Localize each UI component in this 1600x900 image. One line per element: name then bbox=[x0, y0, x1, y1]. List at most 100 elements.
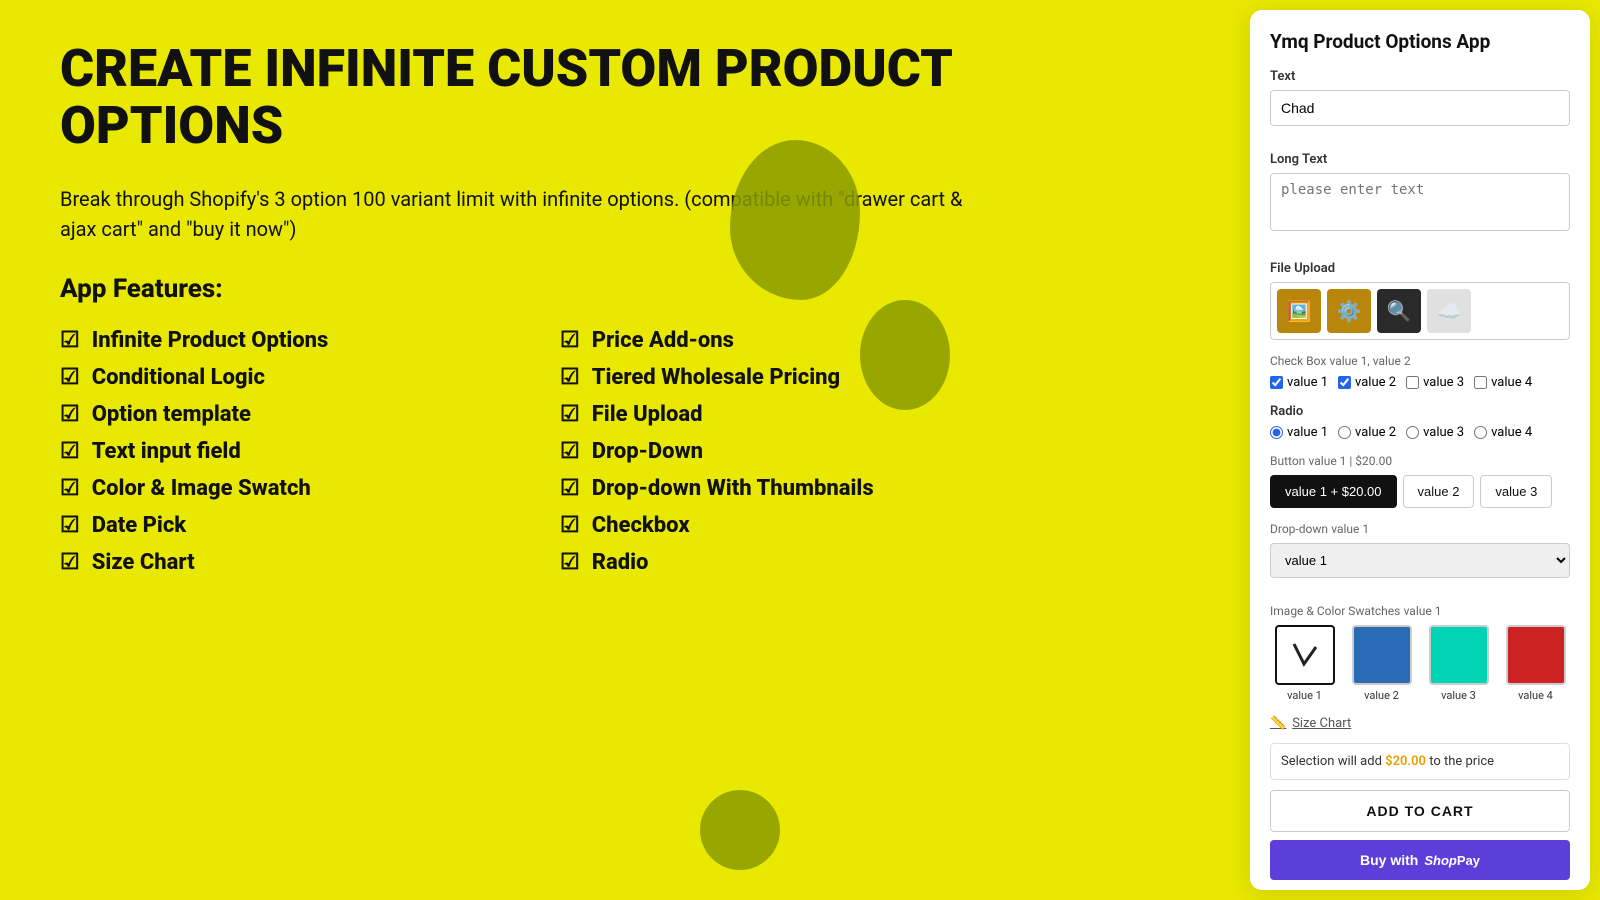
long-text-label: Long Text bbox=[1270, 152, 1570, 167]
feature-item: ☑Date Pick bbox=[60, 513, 500, 538]
feature-item: ☑Option template bbox=[60, 402, 500, 427]
price-amount: $20.00 bbox=[1385, 754, 1426, 769]
checkmark-icon: ☑ bbox=[560, 365, 580, 390]
swatch-image-1 bbox=[1352, 625, 1412, 685]
dropdown-label: Drop-down value 1 bbox=[1270, 522, 1570, 537]
radio-input-1[interactable] bbox=[1338, 426, 1351, 439]
product-options-panel: Ymq Product Options App Text Long Text F… bbox=[1250, 10, 1590, 890]
text-input[interactable] bbox=[1270, 90, 1570, 126]
checkmark-icon: ☑ bbox=[60, 402, 80, 427]
checkbox-input-1[interactable] bbox=[1338, 376, 1351, 389]
upload-icon-3[interactable]: 🔍 bbox=[1377, 289, 1421, 333]
buy-now-label: Buy with bbox=[1360, 852, 1418, 868]
file-upload-icons-container: 🖼️ ⚙️ 🔍 ☁️ bbox=[1270, 282, 1570, 340]
features-heading: App Features: bbox=[60, 274, 1000, 304]
checkmark-icon: ☑ bbox=[60, 550, 80, 575]
swatch-image-3 bbox=[1506, 625, 1566, 685]
checkmark-icon: ☑ bbox=[60, 476, 80, 501]
checkbox-label: Check Box value 1, value 2 bbox=[1270, 354, 1570, 369]
shopify-pay-logo: ShopPay bbox=[1424, 853, 1480, 868]
radio-input-2[interactable] bbox=[1406, 426, 1419, 439]
radio-section: Radio value 1 value 2 value 3 value 4 bbox=[1270, 404, 1570, 440]
button-section: Button value 1 | $20.00 value 1 + $20.00… bbox=[1270, 454, 1570, 508]
feature-item: ☑Radio bbox=[560, 550, 1000, 575]
swatch-item-1[interactable]: value 2 bbox=[1347, 625, 1416, 702]
feature-item: ☑File Upload bbox=[560, 402, 1000, 427]
button-option-group: value 1 + $20.00value 2value 3 bbox=[1270, 475, 1570, 508]
dropdown-select[interactable]: value 1value 2value 3 bbox=[1270, 543, 1570, 578]
text-field-label: Text bbox=[1270, 69, 1570, 84]
feature-item: ☑Checkbox bbox=[560, 513, 1000, 538]
text-field-section: Text bbox=[1270, 69, 1570, 138]
checkbox-input-3[interactable] bbox=[1474, 376, 1487, 389]
checkbox-input-2[interactable] bbox=[1406, 376, 1419, 389]
file-upload-label: File Upload bbox=[1270, 261, 1570, 276]
button-option-2[interactable]: value 3 bbox=[1480, 475, 1552, 508]
button-option-0[interactable]: value 1 + $20.00 bbox=[1270, 475, 1397, 508]
checkmark-icon: ☑ bbox=[560, 402, 580, 427]
checkmark-icon: ☑ bbox=[60, 328, 80, 353]
checkmark-icon: ☑ bbox=[560, 328, 580, 353]
swatch-image-0 bbox=[1275, 625, 1335, 685]
file-upload-section: File Upload 🖼️ ⚙️ 🔍 ☁️ bbox=[1270, 261, 1570, 340]
panel-title: Ymq Product Options App bbox=[1270, 30, 1570, 53]
button-option-1[interactable]: value 2 bbox=[1403, 475, 1475, 508]
feature-item: ☑Drop-Down bbox=[560, 439, 1000, 464]
swatch-label-2: value 3 bbox=[1441, 689, 1476, 702]
price-info-box: Selection will add $20.00 to the price bbox=[1270, 743, 1570, 780]
radio-group: value 1 value 2 value 3 value 4 bbox=[1270, 425, 1570, 440]
radio-input-3[interactable] bbox=[1474, 426, 1487, 439]
radio-item[interactable]: value 4 bbox=[1474, 425, 1532, 440]
feature-item: ☑Size Chart bbox=[60, 550, 500, 575]
features-grid: ☑Infinite Product Options☑Price Add-ons☑… bbox=[60, 328, 1000, 575]
dropdown-section: Drop-down value 1 value 1value 2value 3 bbox=[1270, 522, 1570, 590]
checkbox-item[interactable]: value 4 bbox=[1474, 375, 1532, 390]
buy-now-button[interactable]: Buy with ShopPay bbox=[1270, 840, 1570, 880]
checkmark-icon: ☑ bbox=[60, 439, 80, 464]
size-chart-link[interactable]: 📏 Size Chart bbox=[1270, 716, 1570, 731]
feature-item: ☑Text input field bbox=[60, 439, 500, 464]
checkmark-icon: ☑ bbox=[560, 513, 580, 538]
checkmark-icon: ☑ bbox=[560, 550, 580, 575]
swatch-label-0: value 1 bbox=[1287, 689, 1322, 702]
checkmark-icon: ☑ bbox=[60, 365, 80, 390]
swatch-item-2[interactable]: value 3 bbox=[1424, 625, 1493, 702]
upload-icon-1[interactable]: 🖼️ bbox=[1277, 289, 1321, 333]
checkmark-icon: ☑ bbox=[560, 476, 580, 501]
swatch-image-2 bbox=[1429, 625, 1489, 685]
checkbox-input-0[interactable] bbox=[1270, 376, 1283, 389]
radio-item[interactable]: value 1 bbox=[1270, 425, 1328, 440]
swatch-label-1: value 2 bbox=[1364, 689, 1399, 702]
swatch-item-0[interactable]: value 1 bbox=[1270, 625, 1339, 702]
checkmark-icon: ☑ bbox=[60, 513, 80, 538]
decorative-blob-1 bbox=[730, 140, 860, 300]
checkbox-group: value 1 value 2 value 3 value 4 bbox=[1270, 375, 1570, 390]
feature-item: ☑Color & Image Swatch bbox=[60, 476, 500, 501]
long-text-input[interactable] bbox=[1270, 173, 1570, 231]
checkbox-item[interactable]: value 1 bbox=[1270, 375, 1328, 390]
decorative-blob-3 bbox=[700, 790, 780, 870]
checkmark-icon: ☑ bbox=[560, 439, 580, 464]
page-title: CREATE INFINITE CUSTOM PRODUCT OPTIONS bbox=[60, 40, 1000, 154]
radio-item[interactable]: value 2 bbox=[1338, 425, 1396, 440]
upload-icon-2[interactable]: ⚙️ bbox=[1327, 289, 1371, 333]
long-text-section: Long Text bbox=[1270, 152, 1570, 247]
swatch-grid: value 1 value 2 value 3 value 4 bbox=[1270, 625, 1570, 702]
feature-item: ☑Conditional Logic bbox=[60, 365, 500, 390]
checkbox-item[interactable]: value 3 bbox=[1406, 375, 1464, 390]
size-chart-icon: 📏 bbox=[1270, 716, 1286, 731]
feature-item: ☑Drop-down With Thumbnails bbox=[560, 476, 1000, 501]
add-to-cart-button[interactable]: ADD TO CART bbox=[1270, 790, 1570, 832]
decorative-blob-2 bbox=[860, 300, 950, 410]
upload-icon-upload[interactable]: ☁️ bbox=[1427, 289, 1471, 333]
checkbox-item[interactable]: value 2 bbox=[1338, 375, 1396, 390]
checkbox-section: Check Box value 1, value 2 value 1value … bbox=[1270, 354, 1570, 390]
radio-input-0[interactable] bbox=[1270, 426, 1283, 439]
size-chart-label: Size Chart bbox=[1292, 716, 1351, 731]
radio-item[interactable]: value 3 bbox=[1406, 425, 1464, 440]
swatch-label-3: value 4 bbox=[1518, 689, 1553, 702]
swatch-label: Image & Color Swatches value 1 bbox=[1270, 604, 1570, 619]
button-label: Button value 1 | $20.00 bbox=[1270, 454, 1570, 469]
radio-label: Radio bbox=[1270, 404, 1570, 419]
swatch-item-3[interactable]: value 4 bbox=[1501, 625, 1570, 702]
